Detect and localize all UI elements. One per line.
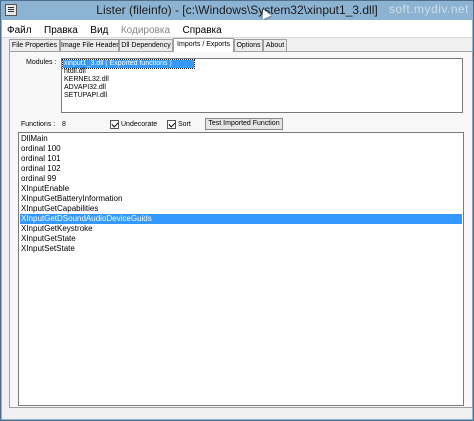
function-item[interactable]: ordinal 102 bbox=[20, 164, 462, 174]
function-item[interactable]: XInputGetBatteryInformation bbox=[20, 194, 462, 204]
function-item[interactable]: ordinal 99 bbox=[20, 174, 462, 184]
tab-file-properties[interactable]: File Properties bbox=[9, 39, 60, 51]
modules-listbox[interactable]: xinput1_3.dll ( Exported functions ) ntd… bbox=[61, 58, 463, 113]
tab-about[interactable]: About bbox=[263, 39, 287, 51]
function-item[interactable]: DllMain bbox=[20, 134, 462, 144]
menu-help[interactable]: Справка bbox=[177, 23, 224, 36]
tab-imports-exports[interactable]: Imports / Exports bbox=[173, 38, 234, 52]
title-bar[interactable]: Lister (fileinfo) - [c:\Windows\System32… bbox=[1, 1, 473, 20]
function-item[interactable]: XInputGetState bbox=[20, 234, 462, 244]
tab-dll-dependency[interactable]: Dll Dependency bbox=[119, 39, 173, 51]
function-item[interactable]: XInputGetCapabilities bbox=[20, 204, 462, 214]
function-item-selected[interactable]: XInputGetDSoundAudioDeviceGuids bbox=[20, 214, 462, 224]
function-item[interactable]: XInputEnable bbox=[20, 184, 462, 194]
undecorate-label: Undecorate bbox=[121, 121, 158, 128]
function-item[interactable]: XInputGetKeystroke bbox=[20, 224, 462, 234]
menu-file[interactable]: Файл bbox=[2, 23, 35, 36]
module-item[interactable]: ntdll.dll bbox=[63, 68, 461, 76]
module-item[interactable]: ADVAPI32.dll bbox=[63, 84, 461, 92]
imports-exports-panel: Modules : xinput1_3.dll ( Exported funct… bbox=[9, 51, 473, 408]
functions-count: 8 bbox=[62, 121, 66, 128]
menu-bar: Файл Правка Вид Кодировка Справка bbox=[2, 20, 472, 38]
modules-label: Modules : bbox=[26, 59, 57, 66]
functions-listbox[interactable]: DllMain ordinal 100 ordinal 101 ordinal … bbox=[18, 132, 464, 406]
test-imported-function-button[interactable]: Test Imported Function bbox=[205, 118, 283, 130]
menu-edit[interactable]: Правка bbox=[39, 23, 81, 36]
module-item-selected[interactable]: xinput1_3.dll ( Exported functions ) bbox=[62, 59, 195, 69]
undecorate-checkbox[interactable] bbox=[110, 120, 119, 129]
sort-label: Sort bbox=[178, 121, 191, 128]
watermark: soft.mydiv.net bbox=[388, 2, 469, 16]
tab-image-file-header[interactable]: Image File Header bbox=[60, 39, 119, 51]
function-item[interactable]: ordinal 100 bbox=[20, 144, 462, 154]
lister-window: Lister (fileinfo) - [c:\Windows\System32… bbox=[0, 0, 474, 421]
module-item[interactable]: KERNEL32.dll bbox=[63, 76, 461, 84]
tab-options[interactable]: Options bbox=[234, 39, 263, 51]
function-item[interactable]: XInputSetState bbox=[20, 244, 462, 254]
function-item[interactable]: ordinal 101 bbox=[20, 154, 462, 164]
functions-label: Functions : bbox=[21, 121, 56, 128]
module-item[interactable]: SETUPAPI.dll bbox=[63, 92, 461, 100]
menu-view[interactable]: Вид bbox=[85, 23, 111, 36]
content-area: File Properties Image File Header Dll De… bbox=[2, 38, 473, 419]
menu-encoding[interactable]: Кодировка bbox=[116, 23, 173, 36]
sort-checkbox[interactable] bbox=[167, 120, 176, 129]
